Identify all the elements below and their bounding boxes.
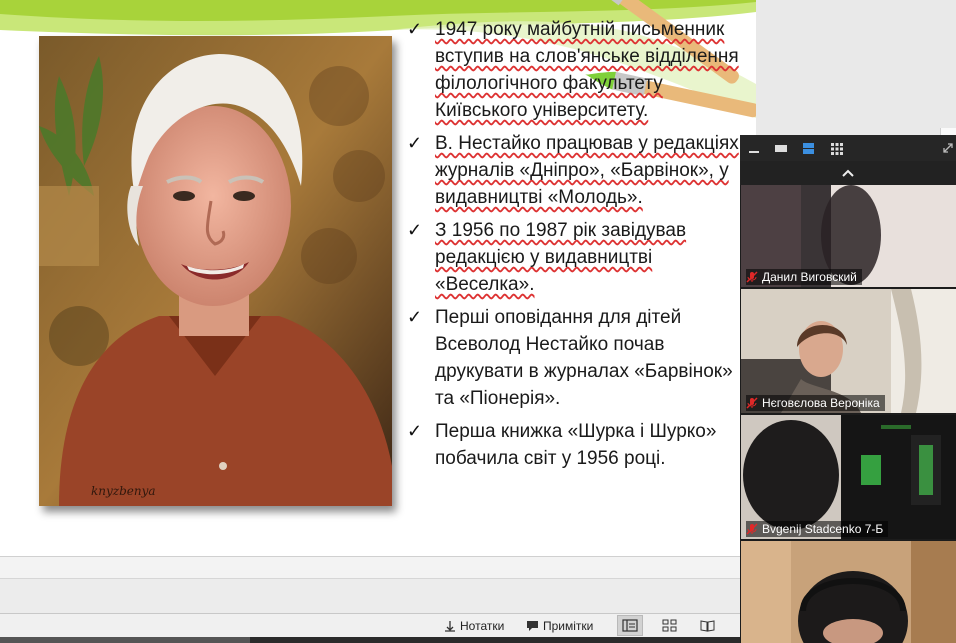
- comments-button[interactable]: Примітки: [526, 617, 593, 635]
- participant-tile[interactable]: Bvgenij Stadcenko 7-Б: [741, 415, 956, 539]
- expand-icon[interactable]: [942, 142, 954, 154]
- collapse-button[interactable]: [740, 161, 956, 185]
- status-bar: Нотатки Примітки: [0, 613, 740, 638]
- bullet-item[interactable]: ✓ Перша книжка «Шурка і Шурко» побачила с…: [405, 418, 755, 472]
- participant-name-tag: Данил Виговский: [746, 269, 862, 285]
- notes-icon: [445, 621, 455, 632]
- comment-icon: [527, 621, 538, 631]
- normal-view-button[interactable]: [617, 615, 643, 636]
- bullet-item[interactable]: ✓ З 1956 по 1987 рік завідував редакцією …: [405, 217, 755, 298]
- minimize-icon[interactable]: [748, 142, 760, 154]
- reading-view-button[interactable]: [694, 615, 720, 636]
- notes-label: Нотатки: [460, 619, 505, 633]
- participant-tile[interactable]: Нєговєлова Вероніка: [741, 289, 956, 413]
- portrait-photo[interactable]: knyzbenya: [39, 36, 392, 506]
- checkmark-icon: ✓: [407, 19, 423, 39]
- bullet-item[interactable]: ✓ В. Нестайко працював у редакціях журнал…: [405, 130, 755, 211]
- video-call-panel[interactable]: Данил Виговский Нєговєлова Вероніка Bvge…: [740, 135, 956, 643]
- notes-pane[interactable]: [0, 578, 740, 613]
- video-call-toolbar: [740, 135, 956, 161]
- slide-sorter-button[interactable]: [656, 615, 682, 636]
- slide-canvas[interactable]: knyzbenya ✓ 1947 року майбутній письменни…: [0, 0, 756, 556]
- muted-mic-icon: [746, 271, 758, 283]
- checkmark-icon: ✓: [407, 421, 423, 441]
- reading-view-icon: [700, 620, 714, 632]
- muted-mic-icon: [746, 523, 758, 535]
- bullet-list[interactable]: ✓ 1947 року майбутній письменник вступив …: [405, 16, 755, 478]
- notes-button[interactable]: Нотатки: [444, 617, 504, 635]
- checkmark-icon: ✓: [407, 133, 423, 153]
- slide-sorter-icon: [662, 619, 676, 632]
- muted-mic-icon: [746, 397, 758, 409]
- bullet-item[interactable]: ✓ 1947 року майбутній письменник вступив …: [405, 16, 755, 124]
- thumbnail-view-icon[interactable]: [774, 142, 788, 154]
- slide-pane-border: [0, 556, 740, 579]
- photo-signature: knyzbenya: [91, 484, 156, 498]
- participant-name-tag: Bvgenij Stadcenko 7-Б: [746, 521, 889, 537]
- checkmark-icon: ✓: [407, 307, 423, 327]
- speaker-view-icon[interactable]: [802, 142, 815, 155]
- chevron-up-icon: [842, 169, 854, 177]
- gallery-view-icon[interactable]: [830, 142, 844, 156]
- participant-video: [741, 541, 956, 643]
- checkmark-icon: ✓: [407, 220, 423, 240]
- normal-view-icon: [622, 619, 638, 632]
- participant-name-tag: Нєговєлова Вероніка: [746, 395, 885, 411]
- participant-tile[interactable]: Данил Виговский: [741, 185, 956, 287]
- bullet-item[interactable]: ✓ Перші оповідання для дітей Всеволод Нес…: [405, 304, 755, 412]
- participant-tile[interactable]: [741, 541, 956, 643]
- comments-label: Примітки: [543, 619, 594, 633]
